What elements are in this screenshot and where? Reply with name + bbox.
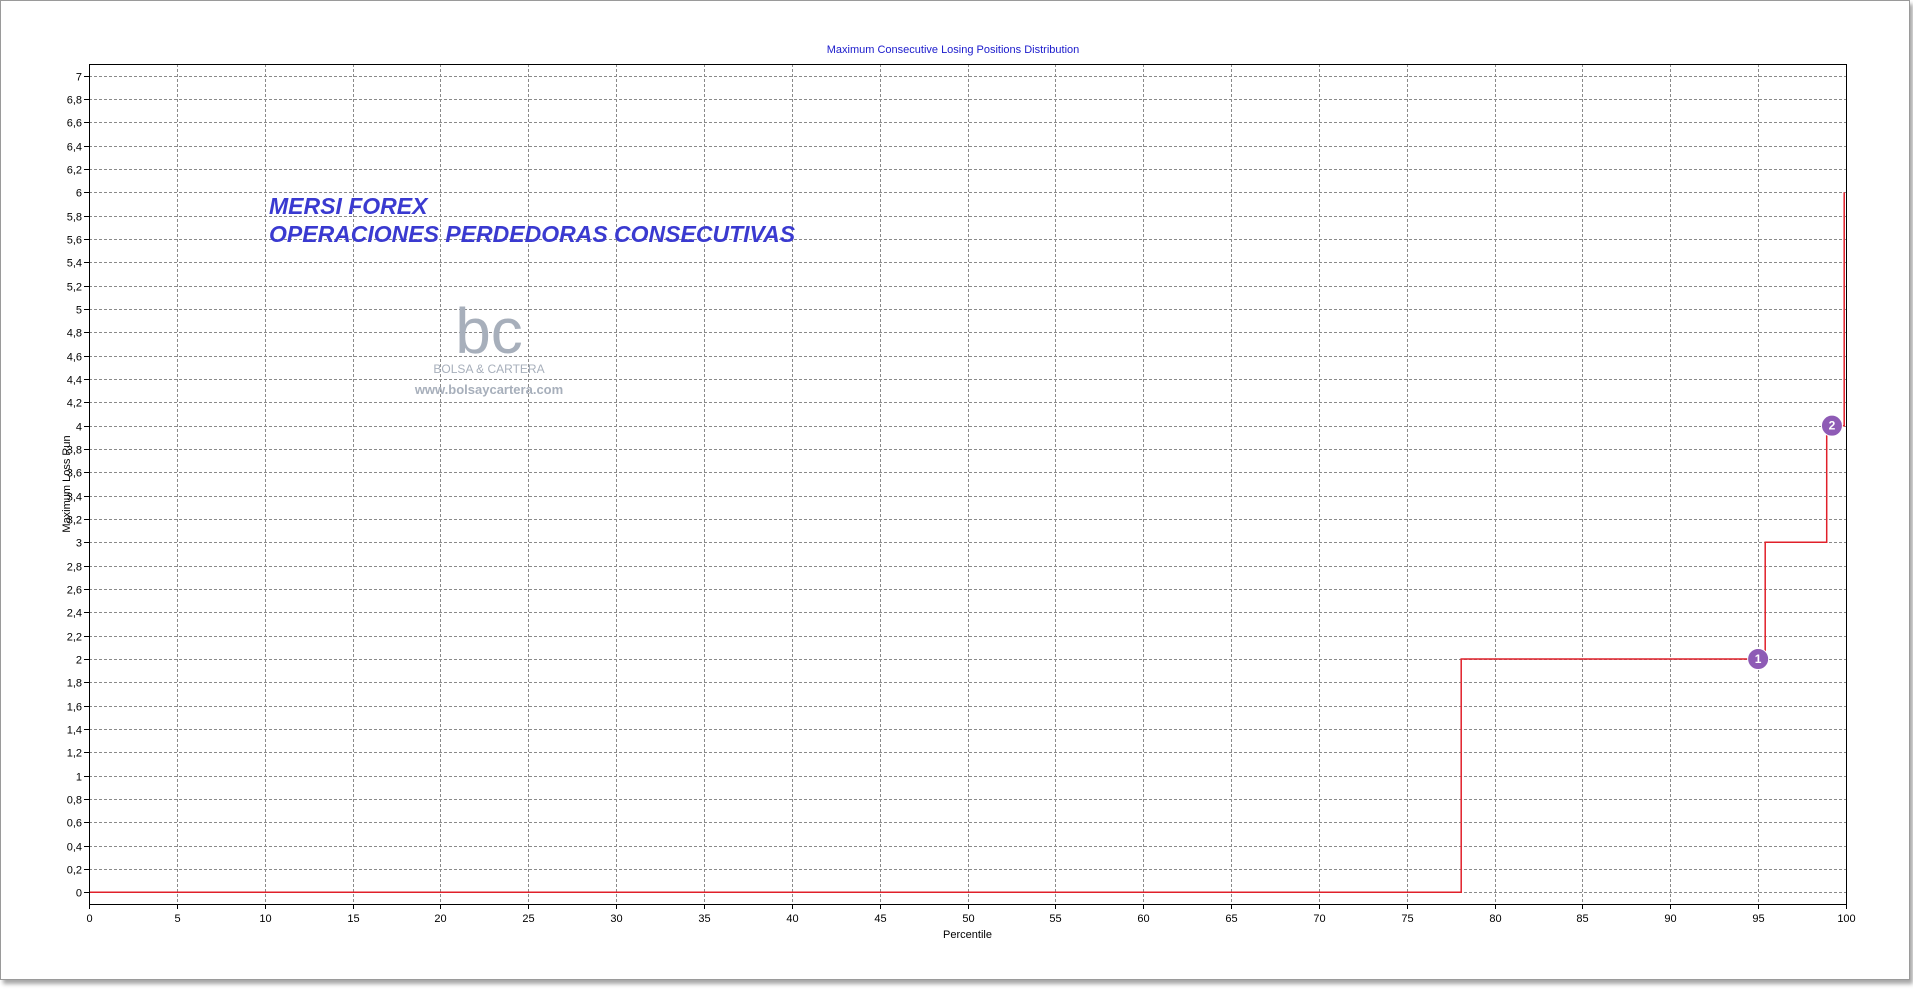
- x-tick-label: 25: [522, 913, 534, 925]
- y-tick-label: 2,8: [67, 562, 82, 574]
- x-tick-label: 70: [1313, 913, 1325, 925]
- y-tick-label: 0,2: [67, 865, 82, 877]
- y-tick-label: 7: [76, 72, 82, 84]
- annotation-line-1: MERSI FOREX: [269, 193, 429, 219]
- marker-label: 2: [1829, 419, 1836, 433]
- y-tick-label: 5,8: [67, 212, 82, 224]
- x-tick-label: 90: [1664, 913, 1676, 925]
- watermark-name: BOLSA & CARTERA: [433, 362, 544, 376]
- y-tick-label: 2,2: [67, 632, 82, 644]
- x-axis: 0 5 10 15 20 25 30 35 40 45 50 55 60 65 70 75 80 85 90 95 10…: [86, 904, 1856, 925]
- y-tick-label: 4,8: [67, 328, 82, 340]
- y-tick-label: 6,2: [67, 165, 82, 177]
- y-tick-label: 1: [76, 772, 82, 784]
- y-tick-label: 5: [76, 305, 82, 317]
- chart-svg: Maximum Consecutive Losing Positions Dis…: [61, 44, 1856, 941]
- y-tick-label: 1,6: [67, 702, 82, 714]
- y-tick-label: 4: [76, 422, 82, 434]
- y-tick-label: 4,6: [67, 352, 82, 364]
- x-tick-label: 40: [786, 913, 798, 925]
- y-tick-label: 4,2: [67, 398, 82, 410]
- x-tick-label: 75: [1401, 913, 1413, 925]
- y-axis-title: Maximum Loss Run: [61, 435, 73, 532]
- x-tick-label: 30: [610, 913, 622, 925]
- chart-window: Maximum Consecutive Losing Positions Dis…: [0, 0, 1910, 980]
- x-tick-label: 20: [434, 913, 446, 925]
- y-tick-label: 6: [76, 188, 82, 200]
- y-tick-label: 5,2: [67, 282, 82, 294]
- x-tick-label: 80: [1489, 913, 1501, 925]
- y-tick-label: 4,4: [67, 375, 82, 387]
- x-tick-label: 85: [1576, 913, 1588, 925]
- x-tick-label: 65: [1225, 913, 1237, 925]
- x-tick-label: 15: [347, 913, 359, 925]
- x-tick-label: 100: [1837, 913, 1855, 925]
- chart-title: Maximum Consecutive Losing Positions Dis…: [827, 44, 1080, 56]
- y-tick-label: 5,6: [67, 235, 82, 247]
- y-tick-label: 3: [76, 538, 82, 550]
- x-tick-label: 50: [962, 913, 974, 925]
- annotation-line-2: OPERACIONES PERDEDORAS CONSECUTIVAS: [269, 221, 796, 247]
- watermark-logo-mark: bc: [455, 295, 523, 367]
- marker-label: 1: [1755, 652, 1762, 666]
- y-tick-label: 1,4: [67, 725, 82, 737]
- x-tick-label: 45: [874, 913, 886, 925]
- y-tick-label: 2: [76, 655, 82, 667]
- y-tick-label: 2,4: [67, 608, 82, 620]
- y-tick-label: 1,8: [67, 678, 82, 690]
- y-tick-label: 2,6: [67, 585, 82, 597]
- y-tick-label: 1,2: [67, 748, 82, 760]
- x-axis-title: Percentile: [943, 929, 992, 941]
- y-tick-label: 6,8: [67, 95, 82, 107]
- y-tick-label: 0,6: [67, 818, 82, 830]
- y-tick-label: 0,4: [67, 842, 82, 854]
- y-tick-label: 5,4: [67, 258, 82, 270]
- y-tick-label: 6,6: [67, 118, 82, 130]
- x-tick-label: 60: [1137, 913, 1149, 925]
- y-tick-label: 0: [76, 888, 82, 900]
- watermark-url: www.bolsaycartera.com: [414, 382, 563, 397]
- x-tick-label: 10: [259, 913, 271, 925]
- x-tick-label: 55: [1049, 913, 1061, 925]
- x-tick-label: 5: [174, 913, 180, 925]
- y-tick-label: 6,4: [67, 142, 82, 154]
- x-tick-label: 0: [86, 913, 92, 925]
- x-tick-label: 35: [698, 913, 710, 925]
- x-tick-label: 95: [1752, 913, 1764, 925]
- y-tick-label: 0,8: [67, 795, 82, 807]
